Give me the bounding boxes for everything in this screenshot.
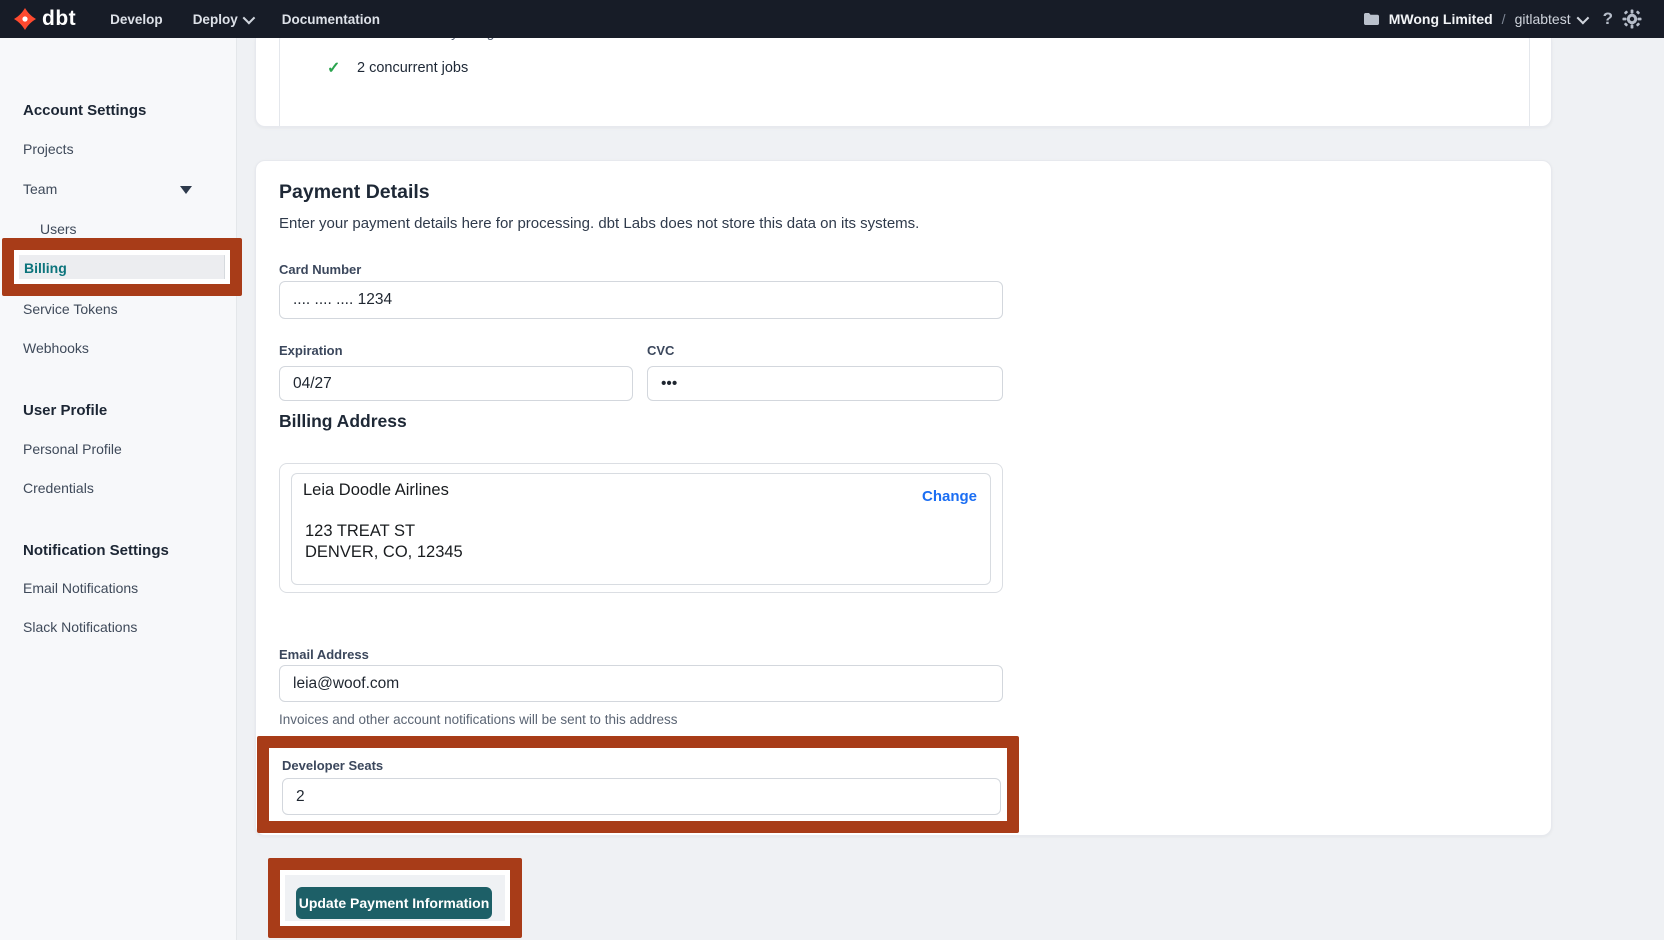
sidebar-item-email-notifications[interactable]: Email Notifications (23, 580, 138, 596)
plan-usage-box: You are currently using 1 seat ✓ 2 concu… (279, 38, 1530, 127)
plan-usage-card: You are currently using 1 seat ✓ 2 concu… (255, 38, 1552, 127)
billing-address-street: 123 TREAT ST (305, 522, 415, 541)
nav-item-documentation[interactable]: Documentation (282, 12, 380, 27)
brand-text: dbt (42, 7, 76, 31)
nav-item-deploy-label: Deploy (193, 12, 238, 27)
sidebar-item-service-tokens[interactable]: Service Tokens (23, 301, 118, 317)
breadcrumb-separator: / (1502, 11, 1506, 27)
sidebar-heading-account-settings: Account Settings (23, 102, 146, 119)
seat-usage-note: You are currently using 1 seat (357, 38, 536, 40)
gear-icon[interactable] (1622, 9, 1642, 29)
dbt-logo[interactable]: dbt (13, 7, 76, 31)
sidebar-item-webhooks[interactable]: Webhooks (23, 340, 89, 356)
sidebar-item-billing-label: Billing (24, 260, 67, 276)
project-selector[interactable]: gitlabtest (1515, 11, 1586, 27)
email-address-label: Email Address (279, 647, 369, 662)
billing-address-title: Billing Address (279, 411, 407, 432)
sidebar-heading-user-profile: User Profile (23, 402, 107, 419)
sidebar-heading-notification-settings: Notification Settings (23, 542, 169, 559)
project-name: gitlabtest (1515, 11, 1571, 27)
settings-sidebar: Account Settings Projects Team Users Bil… (0, 38, 237, 940)
card-number-label: Card Number (279, 262, 361, 277)
developer-seats-input[interactable] (282, 778, 1001, 815)
dbt-logo-icon (13, 7, 37, 31)
billing-address-box: Leia Doodle Airlines Change 123 TREAT ST… (279, 463, 1003, 593)
payment-details-title: Payment Details (279, 181, 430, 204)
billing-address-city: DENVER, CO, 12345 (305, 543, 463, 562)
cvc-label: CVC (647, 343, 674, 358)
billing-address-name: Leia Doodle Airlines (303, 481, 449, 500)
sidebar-item-team[interactable]: Team (23, 181, 57, 197)
change-address-link[interactable]: Change (922, 488, 977, 505)
sidebar-item-billing[interactable]: Billing (15, 253, 225, 284)
payment-details-card: Payment Details Enter your payment detai… (255, 160, 1552, 836)
sidebar-item-credentials[interactable]: Credentials (23, 480, 94, 496)
developer-seats-label: Developer Seats (282, 758, 383, 773)
expiration-label: Expiration (279, 343, 343, 358)
nav-item-deploy[interactable]: Deploy (193, 12, 252, 27)
team-collapse-caret-icon[interactable] (180, 186, 192, 194)
sidebar-item-projects[interactable]: Projects (23, 141, 74, 157)
sidebar-item-slack-notifications[interactable]: Slack Notifications (23, 619, 137, 635)
expiration-input[interactable] (279, 366, 633, 401)
card-number-input[interactable] (279, 281, 1003, 319)
nav-item-develop[interactable]: Develop (110, 12, 163, 27)
chevron-down-icon (1576, 11, 1589, 24)
sidebar-item-personal-profile[interactable]: Personal Profile (23, 441, 122, 457)
billing-address-inner-box: Leia Doodle Airlines Change 123 TREAT ST… (291, 473, 991, 585)
sidebar-item-users[interactable]: Users (40, 221, 77, 237)
cvc-input[interactable] (647, 366, 1003, 401)
navbar-account-area: MWong Limited / gitlabtest ? (1363, 9, 1642, 29)
email-helper-text: Invoices and other account notifications… (279, 712, 677, 727)
email-address-input[interactable] (279, 665, 1003, 702)
concurrent-jobs-text: 2 concurrent jobs (357, 60, 468, 76)
check-icon: ✓ (327, 58, 340, 78)
help-icon[interactable]: ? (1603, 9, 1613, 29)
top-navbar: dbt Develop Deploy Documentation MWong L… (0, 0, 1664, 38)
payment-details-description: Enter your payment details here for proc… (279, 215, 919, 232)
chevron-down-icon (242, 11, 255, 24)
update-payment-button[interactable]: Update Payment Information (296, 887, 492, 919)
folder-icon (1363, 12, 1380, 26)
account-name[interactable]: MWong Limited (1389, 11, 1493, 27)
